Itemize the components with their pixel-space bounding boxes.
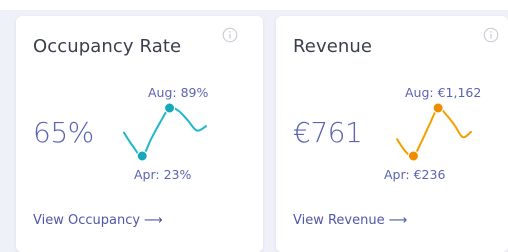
view-occupancy-link[interactable]: View Occupancy ⟶ (33, 213, 163, 228)
top-strip (0, 0, 508, 10)
occupancy-sparkline (123, 102, 207, 162)
card-title: Revenue (293, 36, 373, 57)
revenue-card: Revenue €761 Aug: €1,162 Apr: €236 View … (276, 16, 508, 252)
info-icon[interactable] (483, 27, 499, 43)
card-title: Occupancy Rate (33, 36, 182, 57)
sparkline-high-point (164, 102, 176, 114)
revenue-sparkline (396, 102, 472, 162)
sparkline-low-point (407, 150, 419, 162)
arrow-right-icon: ⟶ (388, 213, 408, 228)
sparkline-high-label: Aug: €1,162 (405, 85, 482, 100)
sparkline-low-label: Apr: 23% (134, 167, 192, 182)
sparkline-path (396, 106, 472, 158)
link-label: View Revenue (293, 213, 385, 228)
sparkline-high-label: Aug: 89% (148, 85, 209, 100)
info-icon[interactable] (222, 27, 238, 43)
link-label: View Occupancy (33, 213, 141, 228)
view-revenue-link[interactable]: View Revenue ⟶ (293, 213, 407, 228)
sparkline-high-point (432, 102, 444, 114)
occupancy-rate-card: Occupancy Rate 65% Aug: 89% Apr: 23% Vie… (16, 16, 263, 252)
revenue-value: €761 (293, 116, 363, 149)
sparkline-path (123, 106, 207, 158)
sparkline-low-point (136, 150, 148, 162)
occupancy-value: 65% (33, 116, 94, 149)
arrow-right-icon: ⟶ (144, 213, 163, 228)
sparkline-low-label: Apr: €236 (384, 167, 446, 182)
